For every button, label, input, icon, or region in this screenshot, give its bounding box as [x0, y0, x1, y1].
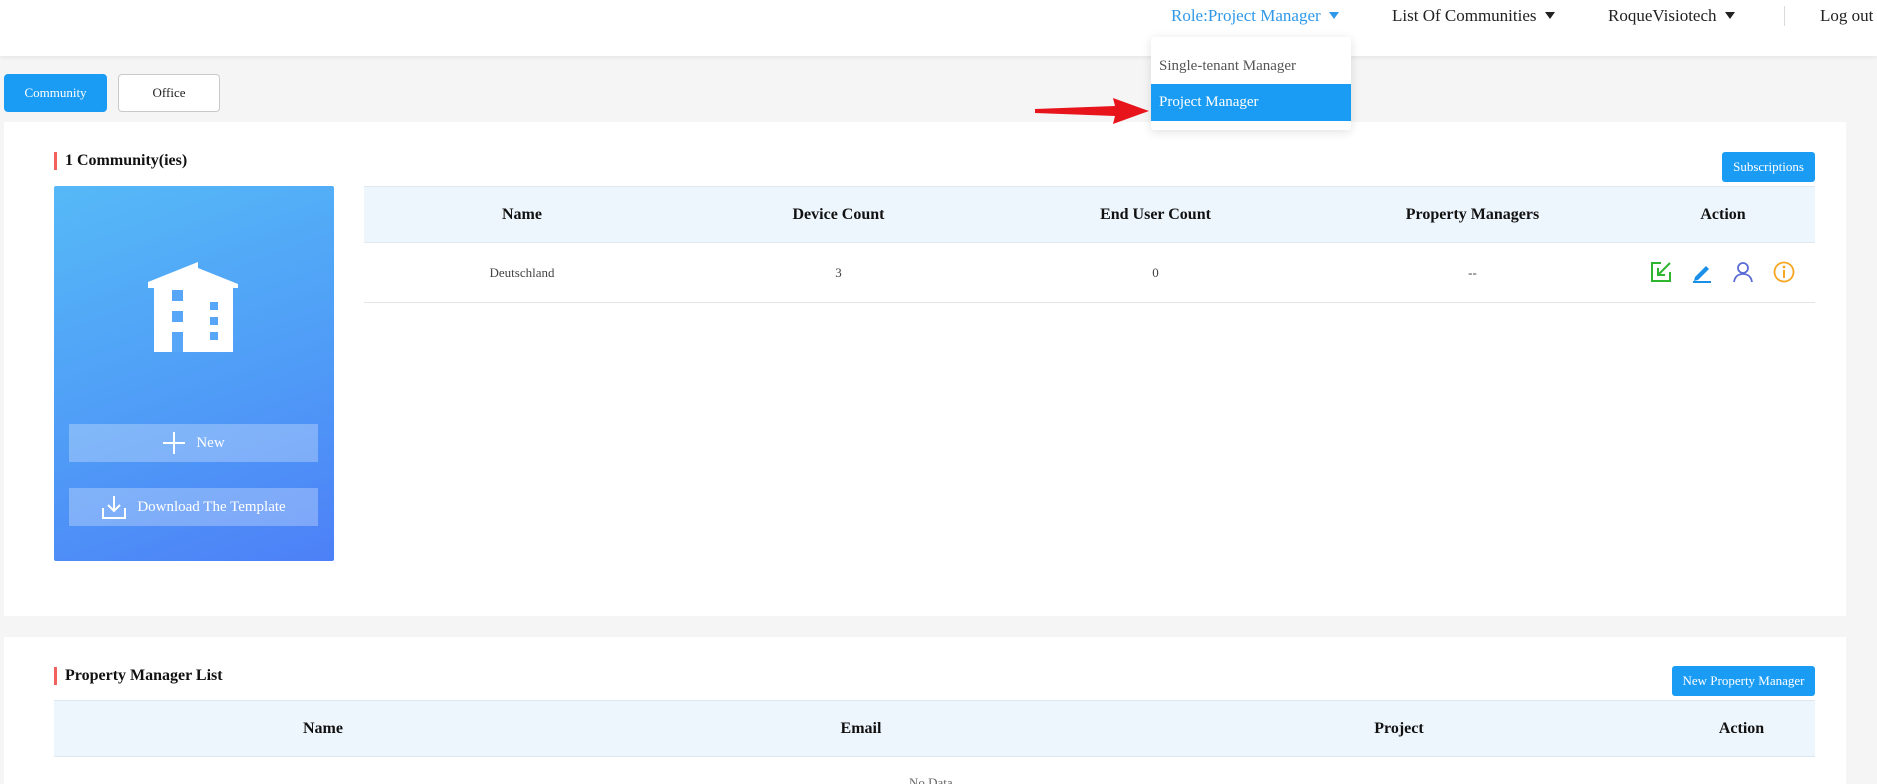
edit-icon[interactable] [1691, 261, 1713, 283]
caret-down-icon [1724, 12, 1735, 19]
new-button-label: New [196, 434, 225, 451]
role-option-project-manager[interactable]: Project Manager [1151, 84, 1351, 121]
column-header-property-managers: Property Managers [1405, 206, 1540, 223]
column-header-name: Name [502, 206, 542, 223]
tab-office[interactable]: Office [118, 74, 220, 112]
role-option-single-tenant-manager[interactable]: Single-tenant Manager [1151, 48, 1351, 85]
cell-name[interactable]: Deutschland [364, 243, 680, 303]
logout-link[interactable]: Log out [1820, 6, 1873, 26]
plus-icon [163, 432, 186, 454]
download-template-button[interactable]: Download The Template [69, 488, 318, 526]
new-property-manager-button[interactable]: New Property Manager [1672, 666, 1815, 696]
column-header-name: Name [303, 720, 343, 737]
table-row[interactable]: Deutschland 3 0 -- [364, 243, 1815, 303]
column-header-action: Action [1718, 720, 1765, 737]
community-table: Name Device Count End User Count Propert… [364, 186, 1815, 304]
top-header: Role:Project Manager List Of Communities… [0, 0, 1877, 56]
cell-property-managers: -- [1468, 265, 1477, 280]
building-icon [148, 262, 238, 352]
property-manager-table-header: Name Email Project Action [54, 700, 1815, 757]
role-dropdown-menu: Single-tenant Manager Project Manager [1151, 37, 1351, 130]
cell-end-user-count: 0 [1152, 265, 1159, 280]
user-icon[interactable] [1732, 261, 1754, 283]
communities-menu[interactable]: List Of Communities [1392, 6, 1555, 26]
property-manager-table: Name Email Project Action No Data [54, 700, 1815, 784]
cell-device-count: 3 [835, 265, 842, 280]
download-button-label: Download The Template [137, 498, 286, 515]
caret-down-icon [1544, 12, 1555, 19]
column-header-end-user-count: End User Count [1100, 206, 1211, 223]
caret-down-icon [1328, 12, 1339, 19]
info-icon[interactable] [1773, 261, 1795, 283]
community-section-title: 1 Community(ies) [54, 152, 187, 170]
column-header-email: Email [840, 720, 882, 737]
role-menu[interactable]: Role:Project Manager [1171, 6, 1339, 26]
property-manager-section-title: Property Manager List [54, 667, 223, 685]
role-menu-label: Role:Project Manager [1171, 6, 1321, 25]
communities-menu-label: List Of Communities [1392, 6, 1537, 25]
user-menu[interactable]: RoqueVisiotech [1608, 6, 1735, 26]
new-community-button[interactable]: New [69, 424, 318, 462]
property-manager-panel: Property Manager List New Property Manag… [4, 637, 1846, 784]
column-header-device-count: Device Count [792, 206, 885, 223]
download-icon [102, 496, 127, 519]
community-card: New Download The Template [54, 186, 334, 561]
column-header-project: Project [1374, 720, 1424, 737]
enter-icon[interactable] [1650, 261, 1672, 283]
column-header-action: Action [1700, 206, 1746, 223]
tab-community[interactable]: Community [4, 74, 107, 112]
no-data-text: No Data [909, 775, 953, 784]
nav-divider [1784, 6, 1785, 26]
annotation-arrow-icon [1035, 98, 1149, 124]
subscriptions-button[interactable]: Subscriptions [1722, 152, 1815, 182]
user-menu-label: RoqueVisiotech [1608, 6, 1717, 25]
community-table-header: Name Device Count End User Count Propert… [364, 186, 1815, 243]
